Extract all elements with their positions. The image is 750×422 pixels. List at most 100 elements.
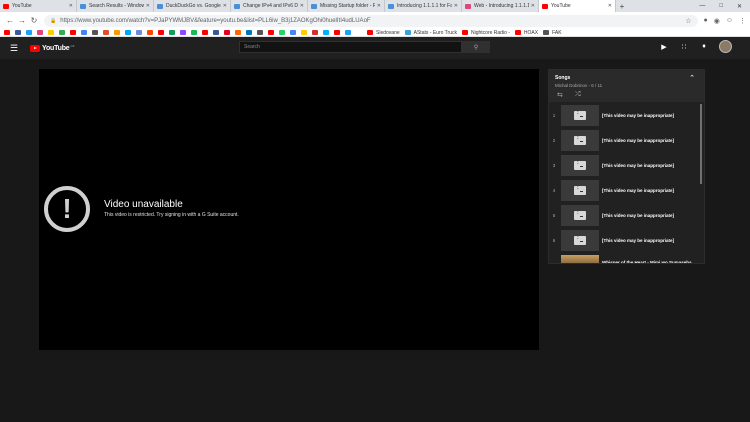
address-bar[interactable]: 🔒 https://www.youtube.com/watch?v=PJaPYW… bbox=[44, 14, 698, 27]
playlist-title[interactable]: Songs bbox=[555, 75, 570, 81]
bookmark-favicon-icon[interactable] bbox=[59, 30, 65, 35]
maximize-icon[interactable]: □ bbox=[719, 3, 723, 9]
browser-tab[interactable]: YouTube ✕ bbox=[0, 0, 77, 12]
profile-icon[interactable]: ☺ bbox=[726, 17, 733, 25]
bookmark-favicon-icon[interactable] bbox=[15, 30, 21, 35]
bookmark-favicon-icon[interactable] bbox=[114, 30, 120, 35]
bookmark-favicon-icon[interactable] bbox=[356, 30, 362, 35]
bookmark-item[interactable]: HOAX bbox=[514, 30, 538, 36]
bookmark-favicon-icon[interactable] bbox=[158, 30, 164, 35]
create-video-icon[interactable]: ▶ bbox=[659, 43, 669, 51]
bookmark-favicon-icon[interactable] bbox=[4, 30, 10, 35]
bookmark-favicon-icon[interactable] bbox=[334, 30, 340, 35]
playlist-subtitle: Michal Dobrinov - 6 / 11 bbox=[555, 83, 603, 88]
bookmark-favicon-icon[interactable] bbox=[180, 30, 186, 35]
bookmark-item[interactable]: Sledovane bbox=[367, 30, 400, 36]
bookmark-favicon-icon[interactable] bbox=[224, 30, 230, 35]
browser-tab[interactable]: Search Results - Windows 1✕ bbox=[77, 0, 154, 12]
bookmark-item[interactable]: AStats - Euro Truck bbox=[404, 30, 457, 36]
tab-favicon-icon bbox=[157, 3, 163, 9]
bookmark-favicon-icon[interactable] bbox=[37, 30, 43, 35]
search-input[interactable]: Search bbox=[239, 41, 462, 53]
tab-label: Web - Introducing 1.1.1.1 f bbox=[474, 3, 529, 9]
unavailable-face-icon bbox=[574, 210, 586, 220]
bookmark-favicon-icon[interactable] bbox=[191, 30, 197, 35]
bookmark-favicon-icon[interactable] bbox=[169, 30, 175, 35]
bookmark-star-icon[interactable]: ☆ bbox=[685, 17, 691, 25]
tab-close-icon[interactable]: ✕ bbox=[146, 3, 150, 9]
browser-tab[interactable]: Web - Introducing 1.1.1.1 f ✕ bbox=[462, 0, 539, 12]
bookmark-favicon-icon[interactable] bbox=[323, 30, 329, 35]
tab-close-icon[interactable]: ✕ bbox=[608, 3, 612, 9]
tab-close-icon[interactable]: ✕ bbox=[377, 3, 381, 9]
bookmark-favicon-icon[interactable] bbox=[202, 30, 208, 35]
tab-close-icon[interactable]: ✕ bbox=[300, 3, 304, 9]
bookmark-favicon-icon[interactable] bbox=[235, 30, 241, 35]
extension-icon[interactable]: ◉ bbox=[714, 17, 720, 25]
bookmark-favicon-icon[interactable] bbox=[136, 30, 142, 35]
bookmark-favicon-icon[interactable] bbox=[70, 30, 76, 35]
menu-icon[interactable]: ⋮ bbox=[739, 17, 746, 25]
playlist-scrollbar[interactable] bbox=[700, 104, 702, 184]
forward-icon[interactable]: → bbox=[16, 16, 28, 25]
browser-tab[interactable]: YouTube ✕ bbox=[539, 0, 616, 12]
notifications-bell-icon[interactable]: ♦ bbox=[699, 43, 709, 50]
tab-label: Search Results - Windows 1 bbox=[89, 3, 144, 9]
error-title: Video unavailable bbox=[104, 199, 183, 210]
tab-favicon-icon bbox=[465, 3, 471, 9]
back-icon[interactable]: ← bbox=[4, 16, 16, 25]
bookmark-favicon-icon[interactable] bbox=[301, 30, 307, 35]
browser-tab[interactable]: Missing Startup folder - Ro ✕ bbox=[308, 0, 385, 12]
avatar[interactable] bbox=[719, 40, 732, 53]
youtube-logo[interactable]: YouTube CZ bbox=[30, 44, 75, 52]
bookmark-favicon-icon[interactable] bbox=[48, 30, 54, 35]
new-tab-button[interactable]: + bbox=[616, 0, 628, 12]
collapse-chevron-icon[interactable]: ⌃ bbox=[689, 74, 695, 82]
bookmark-favicon-icon[interactable] bbox=[213, 30, 219, 35]
tab-label: Introducing 1.1.1.1 for Fam bbox=[397, 3, 452, 9]
bookmark-favicon-icon[interactable] bbox=[279, 30, 285, 35]
search-button[interactable]: ⚲ bbox=[462, 41, 490, 53]
minimize-icon[interactable]: — bbox=[699, 3, 705, 9]
playlist-item[interactable]: 2 [This video may be inappropriate] bbox=[549, 128, 704, 153]
bookmark-favicon-icon[interactable] bbox=[312, 30, 318, 35]
bookmark-favicon-icon[interactable] bbox=[125, 30, 131, 35]
browser-tab[interactable]: Introducing 1.1.1.1 for Fam ✕ bbox=[385, 0, 462, 12]
youtube-wordmark: YouTube bbox=[42, 44, 70, 52]
bookmark-item[interactable]: FAK bbox=[543, 30, 562, 36]
playlist-item[interactable]: 3 [This video may be inappropriate] bbox=[549, 153, 704, 178]
apps-grid-icon[interactable]: ∷ bbox=[679, 43, 689, 51]
tab-close-icon[interactable]: ✕ bbox=[454, 3, 458, 9]
playlist-item[interactable]: 6 [This video may be inappropriate] bbox=[549, 228, 704, 253]
extension-icon[interactable]: ● bbox=[704, 17, 708, 25]
bookmark-favicon-icon[interactable] bbox=[246, 30, 252, 35]
bookmark-favicon-icon[interactable] bbox=[268, 30, 274, 35]
playlist-item[interactable]: 5 [This video may be inappropriate] bbox=[549, 203, 704, 228]
unavailable-face-icon bbox=[574, 185, 586, 195]
bookmark-favicon-icon[interactable] bbox=[26, 30, 32, 35]
playlist-item-index: 3 bbox=[552, 163, 556, 168]
reload-icon[interactable]: ↻ bbox=[28, 16, 40, 25]
tab-close-icon[interactable]: ✕ bbox=[223, 3, 227, 9]
playlist-item[interactable]: 4 [This video may be inappropriate] bbox=[549, 178, 704, 203]
close-window-icon[interactable]: ✕ bbox=[737, 3, 742, 10]
bookmark-favicon-icon[interactable] bbox=[103, 30, 109, 35]
shuffle-icon[interactable]: ⤮ bbox=[575, 91, 581, 99]
loop-icon[interactable]: ⇆ bbox=[557, 91, 563, 99]
bookmark-favicon-icon[interactable] bbox=[81, 30, 87, 35]
browser-tab[interactable]: Change IPv4 and IPv6 DNS✕ bbox=[231, 0, 308, 12]
browser-tab[interactable]: DuckDuckGo vs. Google ✕ bbox=[154, 0, 231, 12]
hamburger-menu-icon[interactable]: ☰ bbox=[10, 43, 24, 54]
bookmark-label: Nightcore Radio - bbox=[471, 29, 510, 36]
bookmark-favicon-icon[interactable] bbox=[92, 30, 98, 35]
playlist-item-title: [This video may be inappropriate] bbox=[602, 137, 675, 143]
bookmark-item[interactable]: Nightcore Radio - bbox=[462, 30, 510, 36]
bookmark-favicon-icon[interactable] bbox=[257, 30, 263, 35]
bookmark-favicon-icon[interactable] bbox=[290, 30, 296, 35]
tab-close-icon[interactable]: ✕ bbox=[531, 3, 535, 9]
playlist-item[interactable]: 1 [This video may be inappropriate] bbox=[549, 103, 704, 128]
playlist-item[interactable]: Whisper of the Heart - Mimi wo Sumaseba … bbox=[549, 253, 704, 263]
bookmark-favicon-icon[interactable] bbox=[345, 30, 351, 35]
bookmark-favicon-icon[interactable] bbox=[147, 30, 153, 35]
tab-close-icon[interactable]: ✕ bbox=[69, 3, 73, 9]
